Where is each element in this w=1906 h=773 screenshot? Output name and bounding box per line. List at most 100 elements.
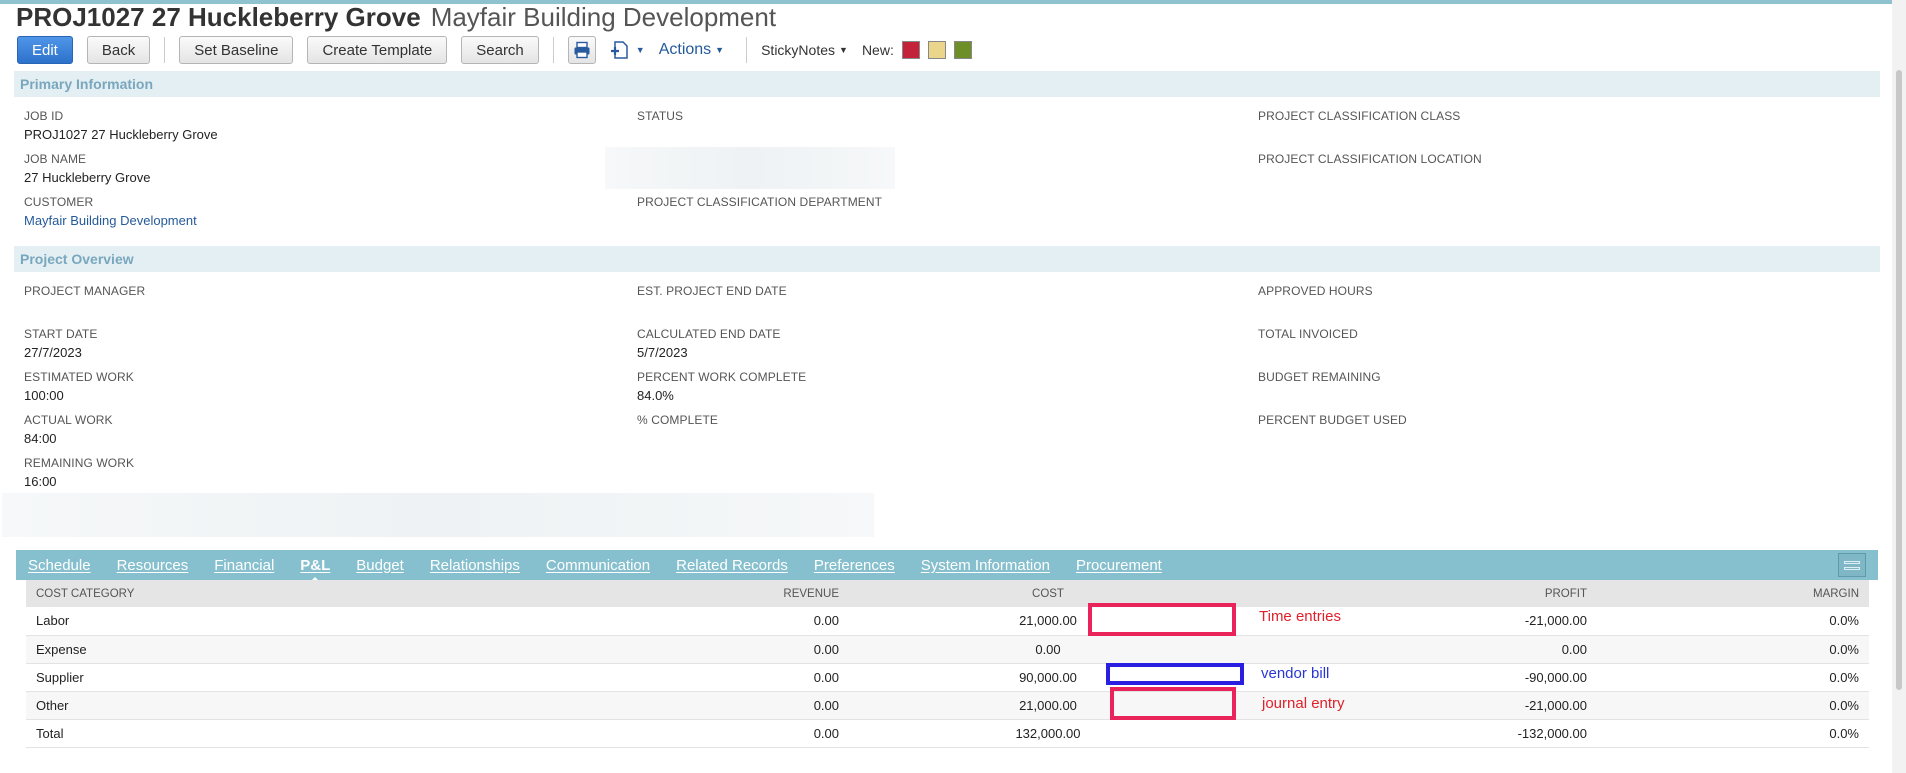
tab-financial[interactable]: Financial	[214, 557, 274, 574]
new-note-green-button[interactable]	[953, 41, 972, 59]
tab-preferences[interactable]: Preferences	[814, 557, 895, 574]
field-label: APPROVED HOURS	[1258, 284, 1373, 298]
project-overview-header[interactable]: Project Overview	[14, 246, 1880, 272]
table-row: Supplier 0.00 90,000.00 -90,000.00 0.0%	[26, 663, 1869, 692]
class-field: PROJECT CLASSIFICATION CLASS	[1258, 109, 1460, 123]
table-cell: 0.00	[849, 635, 1247, 664]
edit-button[interactable]: Edit	[17, 36, 73, 64]
create-template-button[interactable]: Create Template	[307, 36, 448, 64]
tab-relationships[interactable]: Relationships	[430, 557, 520, 574]
approved-hours-field: APPROVED HOURS	[1258, 284, 1373, 298]
printer-icon[interactable]	[567, 36, 596, 64]
percent-work-complete-field: PERCENT WORK COMPLETE 84.0%	[637, 370, 806, 403]
table-row: Labor 0.00 21,000.00 -21,000.00 0.0%	[26, 607, 1869, 636]
tab-communication[interactable]: Communication	[546, 557, 650, 574]
field-value: 16:00	[24, 474, 57, 489]
field-value: PROJ1027 27 Huckleberry Grove	[24, 127, 218, 142]
tab-schedule[interactable]: Schedule	[28, 557, 91, 574]
status-field: STATUS	[637, 109, 683, 123]
new-note-yellow-button[interactable]	[927, 41, 946, 59]
table-cell: Supplier	[26, 663, 588, 692]
field-value: 27/7/2023	[24, 345, 82, 360]
actions-menu[interactable]: Actions ▼	[659, 41, 724, 59]
tab-system-information[interactable]: System Information	[921, 557, 1050, 574]
table-cell: Total	[26, 719, 588, 748]
chevron-down-icon: ▼	[635, 45, 645, 55]
sticky-notes-menu[interactable]: StickyNotes ▼	[761, 42, 848, 58]
tab-resources[interactable]: Resources	[117, 557, 189, 574]
field-label: JOB NAME	[24, 152, 87, 166]
department-field: PROJECT CLASSIFICATION DEPARTMENT	[637, 195, 882, 209]
field-label: % COMPLETE	[637, 413, 719, 427]
tab-related-records[interactable]: Related Records	[676, 557, 788, 574]
field-value: 5/7/2023	[637, 345, 688, 360]
record-subtitle: Mayfair Building Development	[430, 2, 777, 32]
annotation-time-entries: Time entries	[1259, 608, 1341, 625]
start-date-field: START DATE 27/7/2023	[24, 327, 97, 360]
primary-information-header[interactable]: Primary Information	[14, 71, 1880, 97]
column-header[interactable]: COST CATEGORY	[26, 580, 588, 607]
estimated-work-field: ESTIMATED WORK 100:00	[24, 370, 134, 403]
field-value: 84:00	[24, 431, 57, 446]
table-cell: 0.00	[588, 691, 849, 720]
field-label: STATUS	[637, 109, 684, 123]
table-cell: 0.0%	[1597, 719, 1869, 748]
tab-procurement[interactable]: Procurement	[1076, 557, 1162, 574]
toolbar-divider	[164, 37, 166, 63]
table-cell: Other	[26, 691, 588, 720]
customer-field: CUSTOMER Mayfair Building Development	[24, 195, 197, 228]
field-value: 27 Huckleberry Grove	[24, 170, 151, 185]
chevron-down-icon: ▼	[839, 45, 848, 55]
page-title: PROJ1027 27 Huckleberry Grove Mayfair Bu…	[16, 2, 776, 34]
table-header-row: COST CATEGORY REVENUE COST PROFIT MARGIN	[26, 580, 1869, 607]
set-baseline-button[interactable]: Set Baseline	[179, 36, 294, 64]
field-label: BUDGET REMAINING	[1258, 370, 1381, 384]
percent-complete-field: % COMPLETE	[637, 413, 718, 427]
remaining-work-field: REMAINING WORK 16:00	[24, 456, 134, 489]
customer-link[interactable]: Mayfair Building Development	[24, 213, 197, 228]
table-cell: 0.0%	[1597, 691, 1869, 720]
new-note-red-button[interactable]	[901, 41, 920, 59]
highlight-box-labor-cost	[1088, 603, 1236, 636]
subtab-bar: Schedule Resources Financial P&L Budget …	[16, 550, 1878, 583]
field-value: 100:00	[24, 388, 64, 403]
back-button[interactable]: Back	[86, 36, 151, 64]
page-scrollbar[interactable]	[1892, 0, 1906, 773]
add-document-icon[interactable]: ▼	[610, 40, 645, 60]
column-header[interactable]: PROFIT	[1247, 580, 1597, 607]
table-cell: 0.00	[588, 607, 849, 636]
job-name-field: JOB NAME 27 Huckleberry Grove	[24, 152, 150, 185]
field-label: TOTAL INVOICED	[1258, 327, 1358, 341]
table-cell: 0.00	[1247, 635, 1597, 664]
record-title: PROJ1027 27 Huckleberry Grove	[16, 2, 421, 32]
column-header[interactable]: MARGIN	[1597, 580, 1869, 607]
field-label: PROJECT CLASSIFICATION CLASS	[1258, 109, 1461, 123]
est-end-date-field: EST. PROJECT END DATE	[637, 284, 787, 298]
field-label: PERCENT WORK COMPLETE	[637, 370, 807, 384]
pl-table: COST CATEGORY REVENUE COST PROFIT MARGIN…	[26, 580, 1869, 748]
search-button[interactable]: Search	[461, 36, 539, 64]
table-cell: 0.00	[588, 635, 849, 664]
budget-remaining-field: BUDGET REMAINING	[1258, 370, 1381, 384]
column-header[interactable]: REVENUE	[588, 580, 849, 607]
tab-budget[interactable]: Budget	[356, 557, 404, 574]
sticky-notes-label: StickyNotes	[761, 42, 836, 58]
tab-pl[interactable]: P&L	[300, 557, 330, 583]
table-cell: 0.0%	[1597, 663, 1869, 692]
field-label: ESTIMATED WORK	[24, 370, 134, 384]
highlight-box-other-cost	[1110, 687, 1236, 720]
field-label: PROJECT CLASSIFICATION DEPARTMENT	[637, 195, 883, 209]
scrollbar-thumb[interactable]	[1896, 70, 1902, 690]
field-label: EST. PROJECT END DATE	[637, 284, 787, 298]
field-label: JOB ID	[24, 109, 64, 123]
table-cell: 132,000.00	[849, 719, 1247, 748]
location-field: PROJECT CLASSIFICATION LOCATION	[1258, 152, 1482, 166]
calculated-end-date-field: CALCULATED END DATE 5/7/2023	[637, 327, 780, 360]
field-label: REMAINING WORK	[24, 456, 135, 470]
tab-layout-icon[interactable]	[1838, 553, 1866, 577]
table-cell: 0.0%	[1597, 607, 1869, 636]
field-label: PERCENT BUDGET USED	[1258, 413, 1407, 427]
toolbar-divider	[746, 37, 748, 63]
field-label: PROJECT MANAGER	[24, 284, 146, 298]
table-cell: 0.00	[588, 663, 849, 692]
